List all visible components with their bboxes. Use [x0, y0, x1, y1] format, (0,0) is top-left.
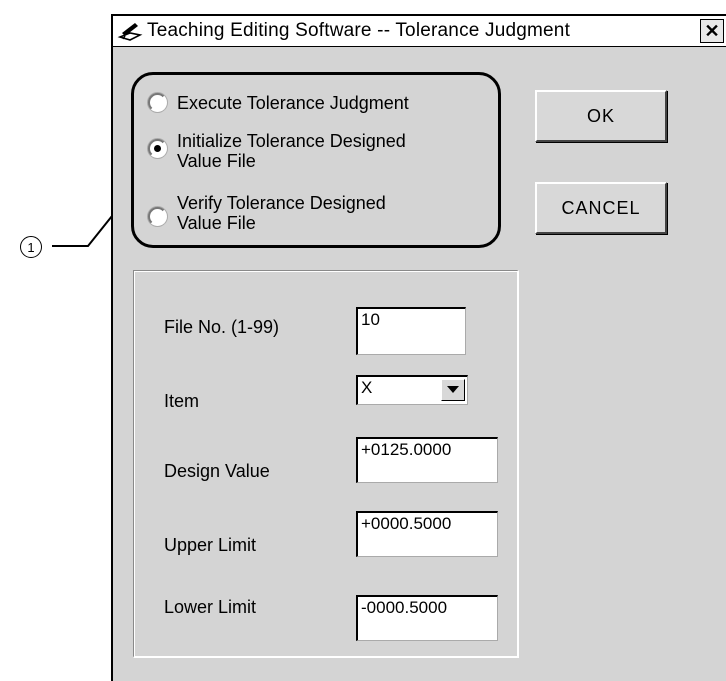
radio-initialize-tolerance-file[interactable]: Initialize Tolerance Designed Value File [148, 131, 406, 171]
upper-limit-input[interactable]: +0000.5000 [356, 511, 498, 557]
dialog-window: Teaching Editing Software -- Tolerance J… [111, 14, 726, 681]
file-no-input[interactable]: 10 [356, 307, 466, 355]
item-select[interactable]: X [356, 375, 468, 405]
ok-button[interactable]: OK [535, 90, 667, 142]
dropdown-button[interactable] [441, 379, 465, 401]
design-value-input[interactable]: +0125.0000 [356, 437, 498, 483]
radio-button[interactable] [148, 207, 167, 226]
item-label: Item [164, 391, 200, 411]
cancel-button[interactable]: CANCEL [535, 182, 667, 234]
radio-button[interactable] [148, 93, 167, 112]
radio-label: Execute Tolerance Judgment [177, 93, 409, 113]
close-icon: ✕ [704, 21, 720, 41]
tolerance-parameters-group: File No. (1-99) 10 Item X Design Value +… [133, 270, 519, 658]
upper-limit-label: Upper Limit [164, 535, 257, 555]
app-icon [117, 23, 143, 41]
radio-verify-tolerance-file[interactable]: Verify Tolerance Designed Value File [148, 193, 386, 233]
file-no-label: File No. (1-99) [164, 317, 280, 337]
lower-limit-label: Lower Limit [164, 597, 257, 617]
radio-label: Verify Tolerance Designed Value File [177, 193, 386, 233]
design-value-label: Design Value [164, 461, 270, 481]
radio-execute-tolerance-judgment[interactable]: Execute Tolerance Judgment [148, 93, 409, 113]
lower-limit-input[interactable]: -0000.5000 [356, 595, 498, 641]
radio-label: Initialize Tolerance Designed Value File [177, 131, 406, 171]
title-bar[interactable]: Teaching Editing Software -- Tolerance J… [113, 16, 726, 47]
triangle-down-icon [447, 386, 459, 393]
window-title: Teaching Editing Software -- Tolerance J… [147, 20, 571, 41]
radio-button-selected[interactable] [148, 139, 167, 158]
item-select-value: X [361, 378, 373, 397]
close-button[interactable]: ✕ [700, 19, 724, 43]
mode-radio-group: Execute Tolerance Judgment Initialize To… [131, 72, 501, 248]
